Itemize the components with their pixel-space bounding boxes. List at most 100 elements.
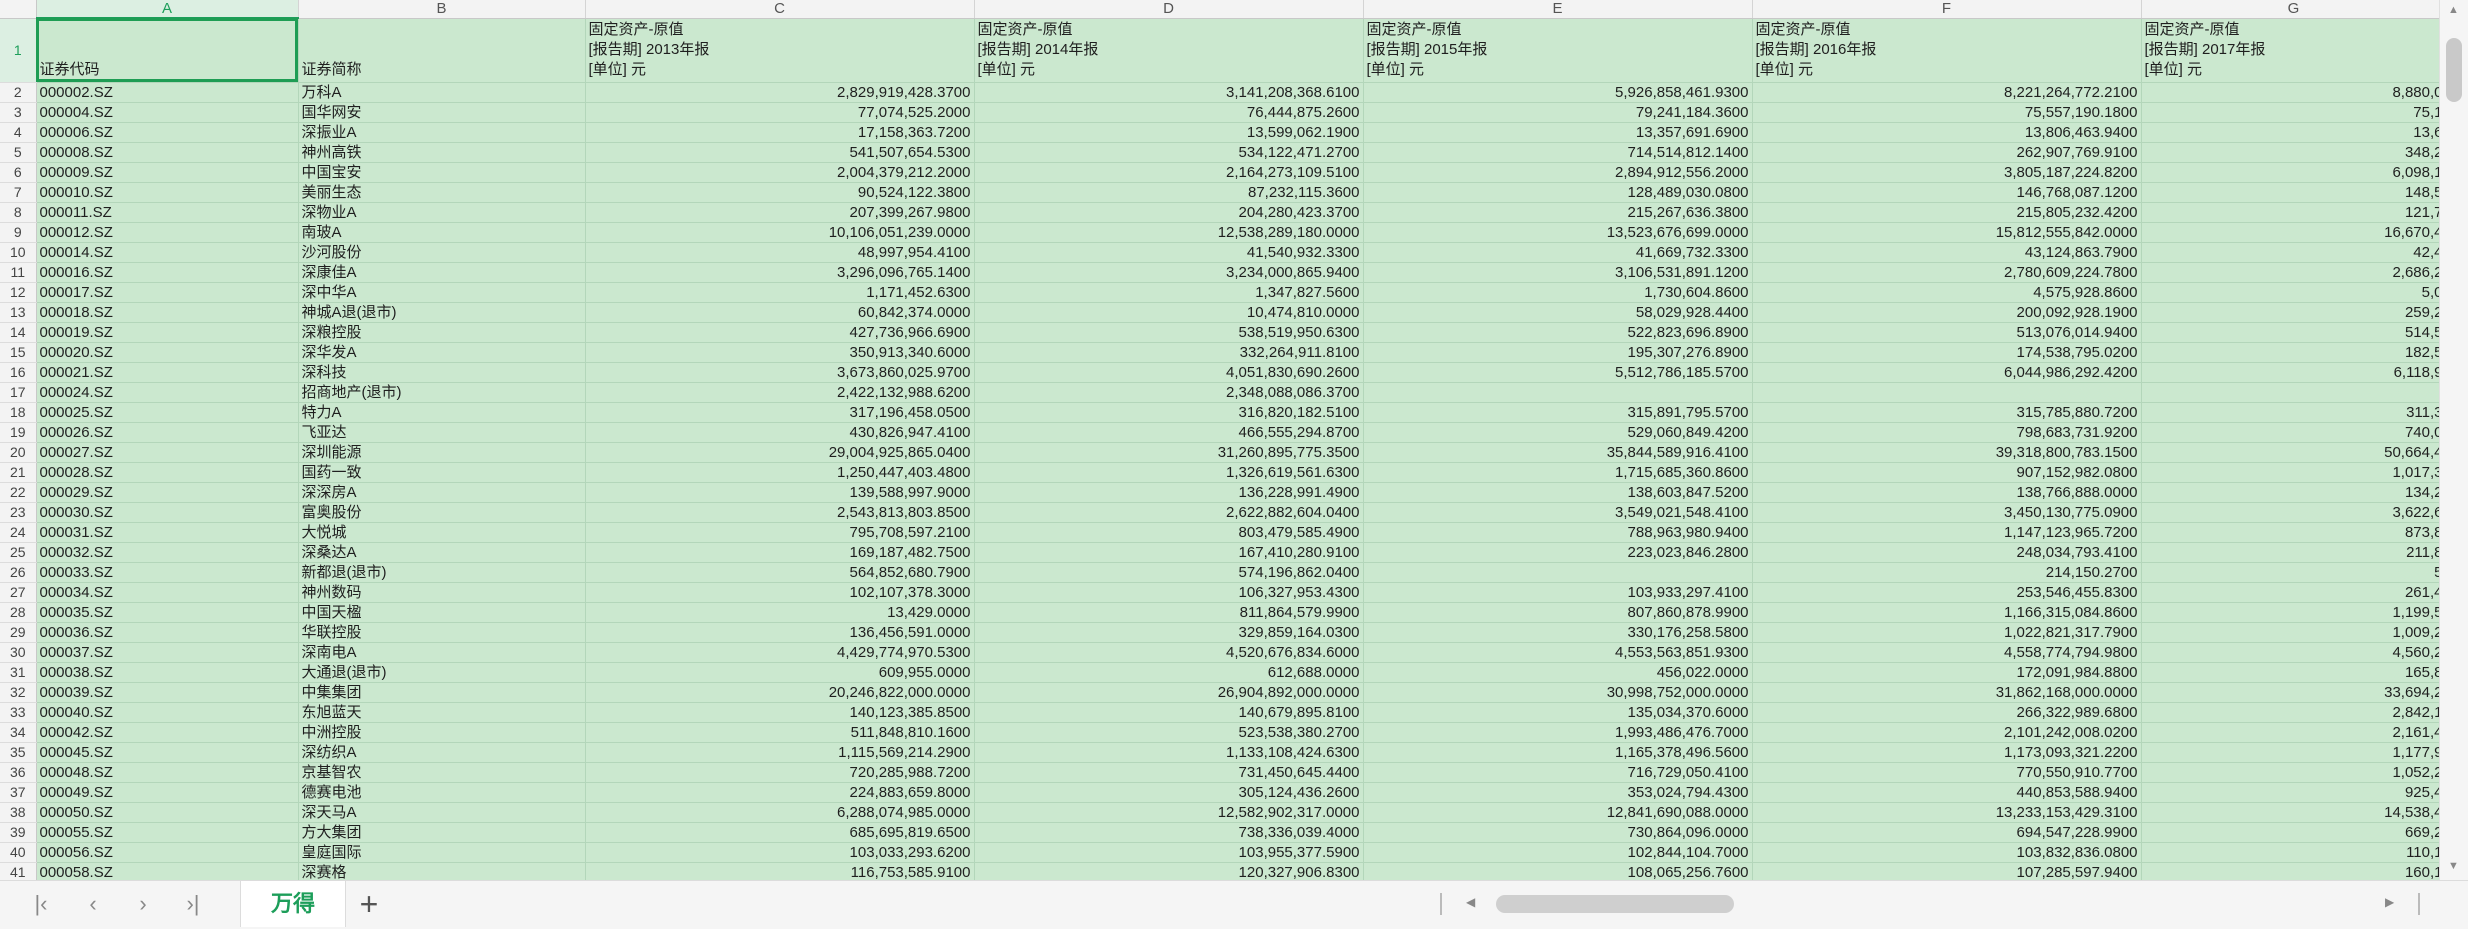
cell[interactable]: 925,4 <box>2141 782 2440 803</box>
cell[interactable]: 000029.SZ <box>36 482 299 503</box>
add-sheet-icon[interactable]: + <box>352 887 386 921</box>
row-header[interactable]: 3 <box>0 102 37 123</box>
row-header[interactable]: 25 <box>0 542 37 563</box>
cell[interactable]: 15,812,555,842.0000 <box>1752 222 2142 243</box>
cell[interactable]: 215,805,232.4200 <box>1752 202 2142 223</box>
cell[interactable]: 南玻A <box>298 222 586 243</box>
column-header-e[interactable]: E <box>1363 0 1753 19</box>
cell[interactable]: 262,907,769.9100 <box>1752 142 2142 163</box>
cell[interactable]: 深赛格 <box>298 862 586 880</box>
cell[interactable]: 中国天楹 <box>298 602 586 623</box>
cell[interactable]: 飞亚达 <box>298 422 586 443</box>
row-header[interactable]: 16 <box>0 362 37 383</box>
cell[interactable]: 000037.SZ <box>36 642 299 663</box>
cell[interactable]: 2,842,1 <box>2141 702 2440 723</box>
cell[interactable]: 东旭蓝天 <box>298 702 586 723</box>
cell[interactable]: 50,664,4 <box>2141 442 2440 463</box>
cell[interactable]: 6,044,986,292.4200 <box>1752 362 2142 383</box>
cell[interactable]: 000020.SZ <box>36 342 299 363</box>
cell[interactable]: 富奥股份 <box>298 502 586 523</box>
cell[interactable]: 4,558,774,794.9800 <box>1752 642 2142 663</box>
cell[interactable]: 6,098,1 <box>2141 162 2440 183</box>
cell[interactable]: 1,347,827.5600 <box>974 282 1364 303</box>
row-header[interactable]: 34 <box>0 722 37 743</box>
cell[interactable]: 332,264,911.8100 <box>974 342 1364 363</box>
cell[interactable]: 神州数码 <box>298 582 586 603</box>
cell[interactable]: 224,883,659.8000 <box>585 782 975 803</box>
cell[interactable]: 000002.SZ <box>36 82 299 103</box>
row-header[interactable]: 24 <box>0 522 37 543</box>
cell[interactable]: 2,348,088,086.3700 <box>974 382 1364 403</box>
selected-cell[interactable]: 证券代码 <box>36 18 299 83</box>
cell[interactable]: 000014.SZ <box>36 242 299 263</box>
cell[interactable]: 513,076,014.9400 <box>1752 322 2142 343</box>
cell[interactable]: 2,780,609,224.7800 <box>1752 262 2142 283</box>
cell[interactable]: 深华发A <box>298 342 586 363</box>
column-header-c[interactable]: C <box>585 0 975 19</box>
cell[interactable]: 266,322,989.6800 <box>1752 702 2142 723</box>
cell[interactable]: 75,557,190.1800 <box>1752 102 2142 123</box>
row-header[interactable]: 28 <box>0 602 37 623</box>
cell[interactable]: 120,327,906.8300 <box>974 862 1364 880</box>
cell[interactable]: 3,622,6 <box>2141 502 2440 523</box>
cell[interactable]: 2,622,882,604.0400 <box>974 502 1364 523</box>
column-header-f[interactable]: F <box>1752 0 2142 19</box>
column-header-g[interactable]: G <box>2141 0 2440 19</box>
row-header[interactable]: 15 <box>0 342 37 363</box>
cell[interactable]: 31,862,168,000.0000 <box>1752 682 2142 703</box>
row-header[interactable]: 18 <box>0 402 37 423</box>
row-header[interactable]: 38 <box>0 802 37 823</box>
cell[interactable]: 000050.SZ <box>36 802 299 823</box>
cell[interactable]: 31,260,895,775.3500 <box>974 442 1364 463</box>
cell[interactable]: 60,842,374.0000 <box>585 302 975 323</box>
cell[interactable]: 102,107,378.3000 <box>585 582 975 603</box>
cell[interactable]: 2,164,273,109.5100 <box>974 162 1364 183</box>
cell[interactable]: 2,004,379,212.2000 <box>585 162 975 183</box>
cell[interactable]: 神州高铁 <box>298 142 586 163</box>
cell[interactable]: 87,232,115.3600 <box>974 182 1364 203</box>
last-sheet-icon[interactable]: ›| <box>180 891 206 917</box>
cell[interactable]: 000024.SZ <box>36 382 299 403</box>
sheet-tab-wande[interactable]: 万得 <box>240 881 346 927</box>
cell[interactable]: 000035.SZ <box>36 602 299 623</box>
cell[interactable]: 1,730,604.8600 <box>1363 282 1753 303</box>
scroll-up-arrow-icon[interactable]: ▲ <box>2448 4 2459 16</box>
cell[interactable]: 皇庭国际 <box>298 842 586 863</box>
cell[interactable]: 3,673,860,025.9700 <box>585 362 975 383</box>
cell[interactable]: 4,051,830,690.2600 <box>974 362 1364 383</box>
cell[interactable]: 16,670,4 <box>2141 222 2440 243</box>
cell[interactable]: 中国宝安 <box>298 162 586 183</box>
cell[interactable]: 2,422,132,988.6200 <box>585 382 975 403</box>
cell[interactable]: 1,017,3 <box>2141 462 2440 483</box>
cell[interactable]: 135,034,370.6000 <box>1363 702 1753 723</box>
cell[interactable]: 146,768,087.1200 <box>1752 182 2142 203</box>
cell[interactable]: 000021.SZ <box>36 362 299 383</box>
cell[interactable]: 564,852,680.7900 <box>585 562 975 583</box>
cell[interactable]: 29,004,925,865.0400 <box>585 442 975 463</box>
row-header[interactable]: 13 <box>0 302 37 323</box>
cell[interactable]: 798,683,731.9200 <box>1752 422 2142 443</box>
cell[interactable]: 德赛电池 <box>298 782 586 803</box>
cell[interactable]: 深中华A <box>298 282 586 303</box>
cell[interactable]: 13,599,062.1900 <box>974 122 1364 143</box>
cell[interactable]: 中洲控股 <box>298 722 586 743</box>
cell[interactable]: 731,450,645.4400 <box>974 762 1364 783</box>
cell[interactable]: 204,280,423.3700 <box>974 202 1364 223</box>
header-cell[interactable]: 固定资产-原值 [报告期] 2015年报 [单位] 元 <box>1363 18 1753 83</box>
cell[interactable]: 6,288,074,985.0000 <box>585 802 975 823</box>
cell[interactable]: 522,823,696.8900 <box>1363 322 1753 343</box>
cell[interactable]: 大悦城 <box>298 522 586 543</box>
cell[interactable]: 214,150.2700 <box>1752 562 2142 583</box>
cell[interactable]: 000039.SZ <box>36 682 299 703</box>
cell[interactable]: 12,538,289,180.0000 <box>974 222 1364 243</box>
cell[interactable]: 1,147,123,965.7200 <box>1752 522 2142 543</box>
cell[interactable]: 261,4 <box>2141 582 2440 603</box>
cell[interactable]: 000045.SZ <box>36 742 299 763</box>
cell[interactable]: 1,326,619,561.6300 <box>974 462 1364 483</box>
cell[interactable]: 000036.SZ <box>36 622 299 643</box>
row-header[interactable]: 20 <box>0 442 37 463</box>
cell[interactable]: 103,832,836.0800 <box>1752 842 2142 863</box>
first-sheet-icon[interactable]: |‹ <box>28 891 54 917</box>
cell[interactable]: 102,844,104.7000 <box>1363 842 1753 863</box>
cell[interactable]: 538,519,950.6300 <box>974 322 1364 343</box>
